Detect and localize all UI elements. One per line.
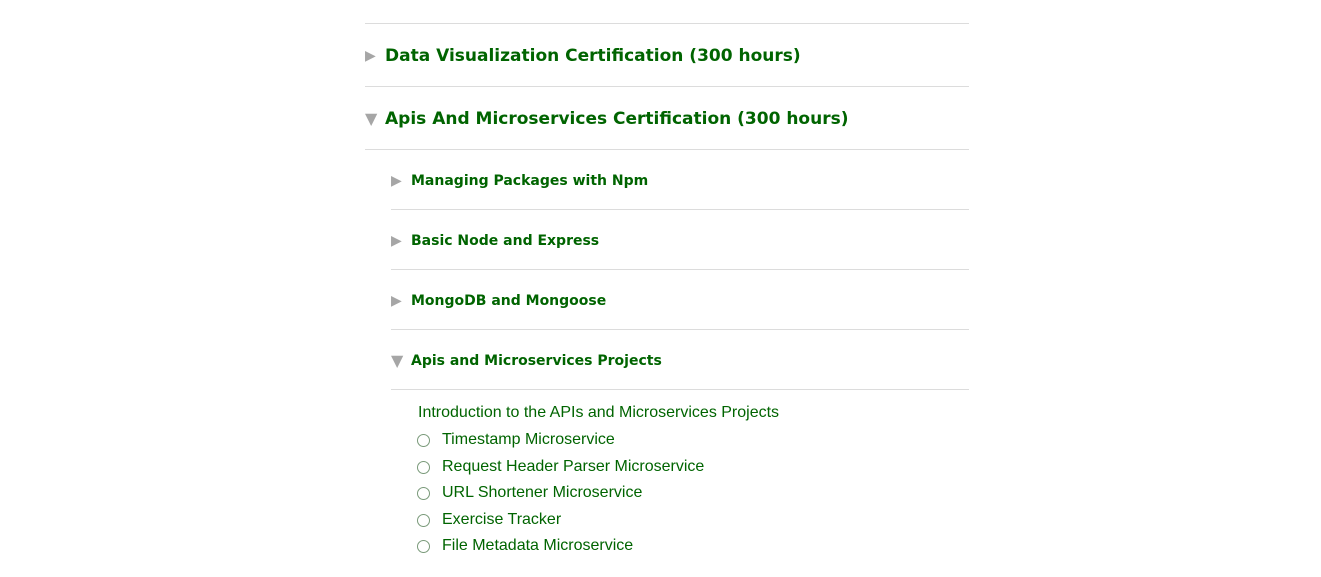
challenge-item[interactable]: Timestamp Microservice xyxy=(417,427,615,453)
challenge-item[interactable]: File Metadata Microservice xyxy=(417,533,633,559)
divider xyxy=(365,86,969,87)
collapsed-arrow-icon: ▶ xyxy=(391,232,402,249)
collapsed-arrow-icon: ▶ xyxy=(391,172,402,189)
block-title[interactable]: Apis and Microservices Projects xyxy=(411,353,662,369)
expanded-arrow-icon: ▼ xyxy=(391,350,404,370)
challenge-label[interactable]: File Metadata Microservice xyxy=(442,537,633,555)
divider xyxy=(391,329,969,330)
divider xyxy=(391,269,969,270)
challenge-label[interactable]: Exercise Tracker xyxy=(442,511,561,529)
projects-intro-link[interactable]: Introduction to the APIs and Microservic… xyxy=(418,404,779,422)
cert-title[interactable]: Data Visualization Certification (300 ho… xyxy=(385,46,801,66)
challenge-item[interactable]: Exercise Tracker xyxy=(417,507,561,533)
divider xyxy=(365,23,969,24)
collapsed-arrow-icon: ▶ xyxy=(391,292,402,309)
challenge-label[interactable]: URL Shortener Microservice xyxy=(442,484,642,502)
incomplete-circle-icon xyxy=(417,460,430,474)
divider xyxy=(391,389,969,390)
cert-data-visualization[interactable]: ▶ Data Visualization Certification (300 … xyxy=(365,25,969,87)
curriculum-map: (300 hours) ▶ Data Visualization Certifi… xyxy=(0,0,1321,577)
collapsed-arrow-icon: ▶ xyxy=(365,48,376,64)
incomplete-circle-icon xyxy=(417,433,430,447)
block-mongodb-mongoose[interactable]: ▶ MongoDB and Mongoose xyxy=(391,271,969,330)
challenge-label[interactable]: Timestamp Microservice xyxy=(442,431,615,449)
block-title[interactable]: Basic Node and Express xyxy=(411,233,599,249)
cert-apis-microservices[interactable]: ▼ Apis And Microservices Certification (… xyxy=(365,88,969,150)
block-title[interactable]: MongoDB and Mongoose xyxy=(411,293,606,309)
expanded-arrow-icon: ▼ xyxy=(365,109,378,128)
divider xyxy=(391,209,969,210)
cert-title[interactable]: Apis And Microservices Certification (30… xyxy=(385,109,848,129)
block-apis-microservices-projects[interactable]: ▼ Apis and Microservices Projects xyxy=(391,331,969,390)
incomplete-circle-icon xyxy=(417,486,430,500)
incomplete-circle-icon xyxy=(417,539,430,553)
challenge-item[interactable]: Request Header Parser Microservice xyxy=(417,454,704,480)
block-managing-packages-npm[interactable]: ▶ Managing Packages with Npm xyxy=(391,151,969,210)
block-basic-node-express[interactable]: ▶ Basic Node and Express xyxy=(391,211,969,270)
challenge-label[interactable]: Request Header Parser Microservice xyxy=(442,458,704,476)
incomplete-circle-icon xyxy=(417,513,430,527)
block-title[interactable]: Managing Packages with Npm xyxy=(411,173,648,189)
previous-certification-fragment: (300 hours) xyxy=(660,0,760,2)
challenge-item[interactable]: URL Shortener Microservice xyxy=(417,480,642,506)
divider xyxy=(365,149,969,150)
